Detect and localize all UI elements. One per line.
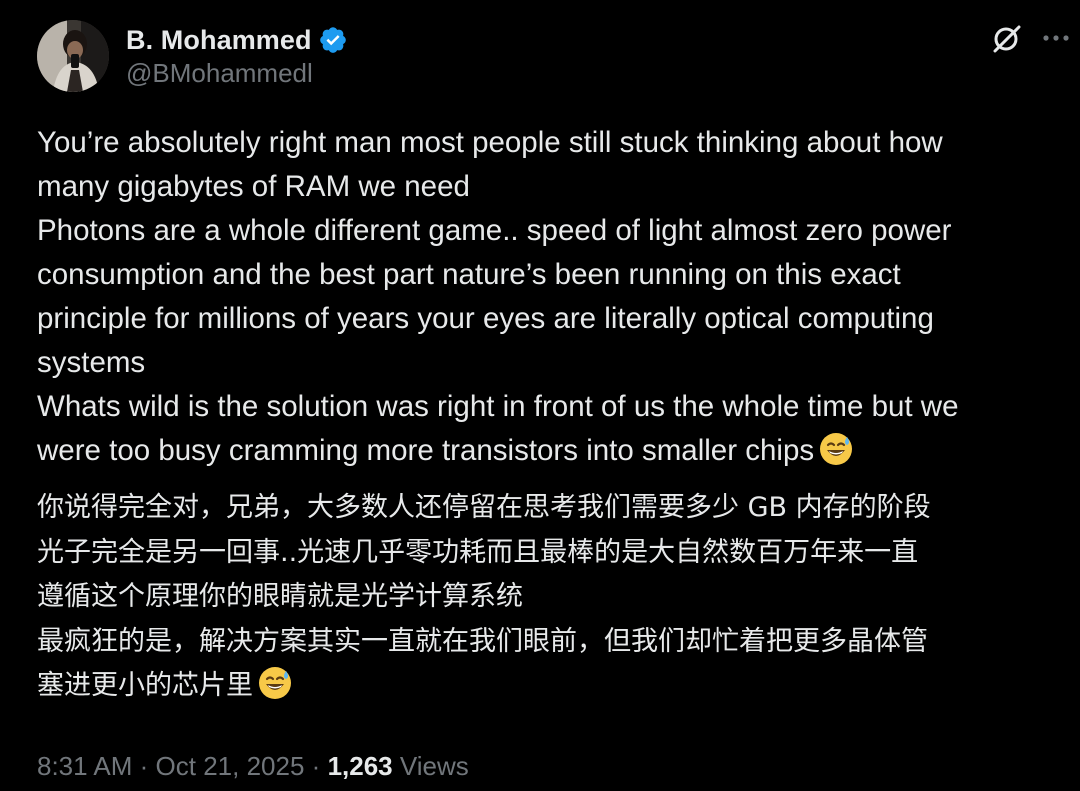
text-line: consumption and the best part nature’s b… [37,258,901,291]
text-line: principle for millions of years your eye… [37,302,934,335]
text-line: were too busy cramming more transistors … [37,434,815,467]
display-name[interactable]: B. Mohammed [126,25,312,56]
author-handle[interactable]: @BMohammedl [126,58,313,89]
text-line: Whats wild is the solution was right in … [37,390,959,423]
views-count: 1,263 [327,751,393,781]
text-line: 遵循这个原理你的眼睛就是光学计算系统 [37,581,523,612]
user-avatar-photo [37,20,109,92]
text-line: 你说得完全对，兄弟，大多数人还停留在思考我们需要多少 GB 内存的阶段 [37,492,931,523]
avatar[interactable] [37,20,109,92]
grinning-face-with-sweat-icon [818,431,854,467]
tweet-time[interactable]: 8:31 AM [37,751,132,781]
text-line: many gigabytes of RAM we need [37,170,470,203]
author-name-row: B. Mohammed [126,22,348,58]
text-line: You’re absolutely right man most people … [37,126,943,159]
tweet-text-english: You’re absolutely right man most people … [37,121,1067,473]
text-line: Photons are a whole different game.. spe… [37,214,952,247]
separator: · [311,751,321,781]
grok-icon[interactable] [990,22,1024,56]
tweet-date[interactable]: Oct 21, 2025 [156,751,305,781]
tweet-text-chinese: 你说得完全对，兄弟，大多数人还停留在思考我们需要多少 GB 内存的阶段 光子完全… [37,486,1067,709]
text-line: 最疯狂的是，解决方案其实一直就在我们眼前，但我们却忙着把更多晶体管 [37,625,928,657]
verified-badge-icon[interactable] [318,25,348,55]
separator: · [139,751,149,781]
text-line: 塞进更小的芯片里 [37,670,253,701]
tweet: B. Mohammed @BMohammedl You’re absolutel… [0,0,1080,791]
text-line-with-emoji: were too busy cramming more transistors … [37,429,1067,473]
text-line: systems [37,346,146,379]
text-line-with-emoji: 塞进更小的芯片里 [37,664,1067,709]
text-line: 光子完全是另一回事..光速几乎零功耗而且最棒的是大自然数百万年来一直 [37,536,919,568]
views-label: Views [399,751,469,781]
tweet-metadata: 8:31 AM · Oct 21, 2025 · 1,263 Views [37,751,469,782]
grinning-face-with-sweat-icon [257,665,293,701]
more-options-icon[interactable] [1040,22,1072,54]
